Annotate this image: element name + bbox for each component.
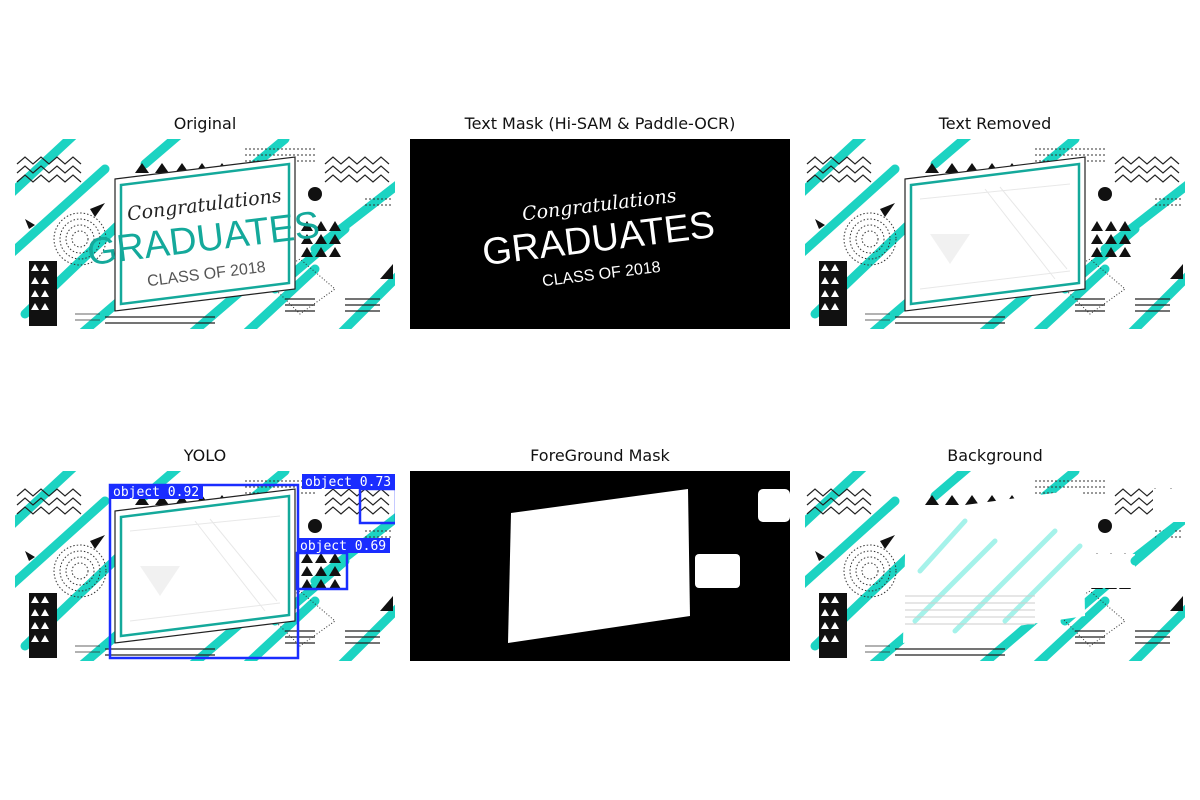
- original-image: Congratulations GRADUATES CLASS OF 2018: [15, 139, 395, 329]
- foreground-mask-image: [410, 471, 790, 661]
- text-mask-image: Congratulations GRADUATES CLASS OF 2018: [410, 139, 790, 329]
- panel-title: Text Removed: [938, 114, 1052, 133]
- panel-title: Background: [947, 446, 1043, 465]
- foreground-region-zigzag: [758, 489, 790, 522]
- foreground-region-triangles: [695, 554, 740, 588]
- panel-title: YOLO: [183, 446, 227, 465]
- yolo-image: object 0.92 object 0.73 object 0.69: [15, 471, 395, 661]
- foreground-region-card: [508, 489, 690, 643]
- background-image: [805, 471, 1185, 661]
- panel-title: Text Mask (Hi-SAM & Paddle-OCR): [464, 114, 736, 133]
- detection-label-2: object 0.73: [305, 475, 391, 490]
- panel-title: Original: [173, 114, 237, 133]
- detection-label-3: object 0.69: [300, 539, 386, 554]
- text-removed-image: [805, 139, 1185, 329]
- panel-title: ForeGround Mask: [530, 446, 670, 465]
- detection-label-1: object 0.92: [113, 485, 199, 500]
